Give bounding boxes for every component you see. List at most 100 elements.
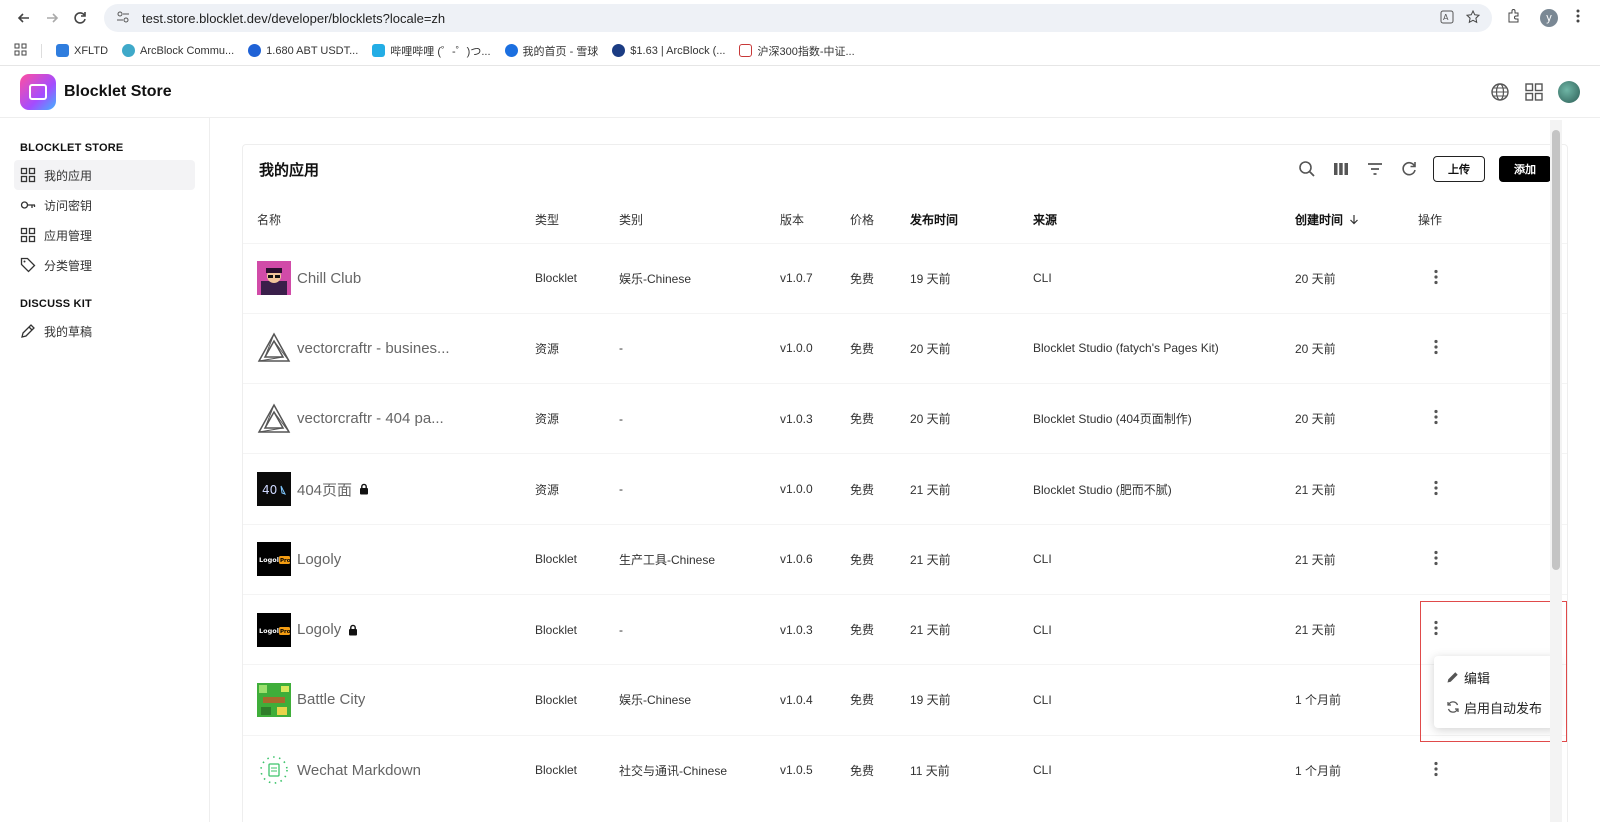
browser-profile-avatar[interactable]: y: [1540, 9, 1558, 27]
table-row[interactable]: Logoly Pro Logoly Blocklet - v1.0.3 免费 21 天前 CLI…: [243, 593, 1567, 665]
menu-item-enable-auto-publish[interactable]: 启用自动发布: [1434, 692, 1558, 722]
app-name-link[interactable]: Wechat Markdown: [297, 762, 421, 779]
more-actions-icon[interactable]: [1426, 267, 1446, 287]
cell-name[interactable]: Logoly Pro Logoly: [243, 593, 521, 665]
search-icon[interactable]: [1297, 159, 1317, 179]
cell-name[interactable]: Chill Club: [243, 242, 521, 314]
table-row[interactable]: Logoly Pro Logoly Blocklet 生产工具-Chinese v1.0.…: [243, 523, 1567, 595]
table-row[interactable]: Battle City Blocklet 娱乐-Chinese v1.0.4 免费 19 …: [243, 664, 1567, 736]
app-name-link[interactable]: Battle City: [297, 691, 365, 708]
bookmarks-separator: [41, 43, 42, 58]
column-header-category[interactable]: 类别: [605, 197, 766, 243]
cell-created: 20 天前: [1281, 312, 1404, 384]
translate-icon[interactable]: A: [1440, 10, 1454, 27]
bookmark-item[interactable]: 沪深300指数-中证...: [739, 43, 855, 59]
app-name-link[interactable]: vectorcraftr - busines...: [297, 340, 450, 357]
cell-name[interactable]: vectorcraftr - 404 pa...: [243, 383, 521, 454]
table-row[interactable]: vectorcraftr - busines... 资源 - v1.0.0 免费 20 天…: [243, 312, 1567, 384]
user-avatar[interactable]: [1558, 80, 1580, 103]
cell-created: 20 天前: [1281, 383, 1404, 454]
columns-icon[interactable]: [1331, 159, 1351, 179]
bookmark-item[interactable]: 哔哩哔哩 (゜-゜)つ...: [372, 43, 491, 59]
row-actions-menu: 编辑 启用自动发布: [1434, 656, 1558, 728]
reload-icon[interactable]: [66, 4, 94, 32]
more-actions-icon[interactable]: [1426, 478, 1446, 498]
site-settings-icon[interactable]: [116, 10, 130, 27]
sidebar-item-category-management[interactable]: 分类管理: [14, 250, 195, 280]
app-name-link[interactable]: Logoly: [297, 551, 341, 568]
upload-button[interactable]: 上传: [1433, 156, 1485, 182]
cell-actions: [1404, 383, 1567, 454]
cell-published: 20 天前: [896, 383, 1019, 454]
cell-name[interactable]: Logoly Pro Logoly: [243, 523, 521, 595]
add-button[interactable]: 添加: [1499, 156, 1551, 182]
cell-name[interactable]: vectorcraftr - busines...: [243, 312, 521, 384]
more-actions-icon[interactable]: [1426, 407, 1446, 427]
column-header-name[interactable]: 名称: [243, 197, 521, 243]
more-actions-icon[interactable]: [1426, 759, 1446, 779]
cell-type: 资源: [521, 383, 605, 454]
sidebar-item-access-keys[interactable]: 访问密钥: [14, 190, 195, 220]
table-row[interactable]: 40 404页面 资源 - v1.0.0 免费 21 天前 Blocklet Studio (…: [243, 453, 1567, 525]
sidebar-item-my-drafts[interactable]: 我的草稿: [14, 316, 195, 346]
table-row[interactable]: vectorcraftr - 404 pa... 资源 - v1.0.3 免费 20 天前…: [243, 383, 1567, 454]
bookmark-favicon: [248, 44, 262, 57]
cell-source: Blocklet Studio (404页面制作): [1019, 383, 1281, 454]
bookmark-star-icon[interactable]: [1465, 9, 1481, 27]
cell-price: 免费: [836, 242, 896, 314]
cell-name[interactable]: Battle City: [243, 664, 521, 736]
apps-grid-icon[interactable]: [14, 43, 27, 59]
extensions-icon[interactable]: [1506, 8, 1522, 29]
apps-grid-icon[interactable]: [1524, 82, 1544, 102]
back-icon[interactable]: [10, 4, 38, 32]
column-header-price[interactable]: 价格: [836, 197, 896, 243]
apps-table: 名称 类型 类别 版本 价格 发布时间 来源 创建时间 操作 Chill Clu…: [243, 197, 1567, 806]
forward-icon[interactable]: [38, 4, 66, 32]
app-name-link[interactable]: Chill Club: [297, 270, 361, 287]
bookmark-item[interactable]: $1.63 | ArcBlock (...: [612, 44, 725, 57]
scrollbar-thumb[interactable]: [1552, 130, 1560, 570]
page-scrollbar[interactable]: [1550, 120, 1562, 822]
sidebar-item-app-management[interactable]: 应用管理: [14, 220, 195, 250]
column-header-version[interactable]: 版本: [766, 197, 836, 243]
cell-actions: [1404, 453, 1567, 525]
grid-icon: [20, 167, 36, 183]
cell-source: Blocklet Studio (肥而不腻): [1019, 453, 1281, 525]
blocklet-store-logo[interactable]: [20, 73, 56, 110]
bookmark-item[interactable]: ArcBlock Commu...: [122, 44, 234, 57]
address-bar[interactable]: test.store.blocklet.dev/developer/blockl…: [104, 4, 1492, 32]
globe-icon[interactable]: [1490, 82, 1510, 102]
url-text[interactable]: test.store.blocklet.dev/developer/blockl…: [142, 11, 1428, 26]
sidebar-item-label: 分类管理: [44, 258, 93, 273]
filter-icon[interactable]: [1365, 159, 1385, 179]
app-thumbnail: [257, 682, 291, 717]
app-name-link[interactable]: 404页面: [297, 479, 352, 500]
cell-name[interactable]: 40 404页面: [243, 453, 521, 525]
column-header-source[interactable]: 来源: [1019, 197, 1281, 243]
cell-name[interactable]: Wechat Markdown: [243, 734, 521, 806]
bookmark-label: 1.680 ABT USDT...: [266, 44, 359, 57]
cell-category: 娱乐-Chinese: [605, 664, 766, 736]
browser-menu-icon[interactable]: [1576, 8, 1580, 29]
brand-name[interactable]: Blocklet Store: [64, 83, 172, 101]
bookmark-item[interactable]: 我的首页 - 雪球: [504, 43, 598, 59]
cell-source: CLI: [1019, 734, 1281, 806]
more-actions-icon[interactable]: [1426, 548, 1446, 568]
more-actions-icon[interactable]: [1426, 337, 1446, 357]
table-row[interactable]: Chill Club Blocklet 娱乐-Chinese v1.0.7 免费 19 天…: [243, 242, 1567, 314]
menu-item-edit[interactable]: 编辑: [1434, 662, 1558, 692]
refresh-icon[interactable]: [1399, 159, 1419, 179]
app-name-link[interactable]: Logoly: [297, 621, 341, 638]
column-header-type[interactable]: 类型: [521, 197, 605, 243]
thumb-text: 40: [262, 483, 277, 497]
bookmark-item[interactable]: 1.680 ABT USDT...: [248, 44, 358, 57]
cell-actions: [1404, 242, 1567, 314]
app-thumbnail: [257, 402, 291, 436]
column-header-published[interactable]: 发布时间: [896, 197, 1019, 243]
column-header-created[interactable]: 创建时间: [1281, 197, 1404, 243]
app-name-link[interactable]: vectorcraftr - 404 pa...: [297, 410, 444, 427]
sidebar-item-my-apps[interactable]: 我的应用: [14, 160, 195, 190]
bookmark-item[interactable]: XFLTD: [56, 44, 108, 57]
table-row[interactable]: Wechat Markdown Blocklet 社交与通讯-Chinese v1.0…: [243, 734, 1567, 806]
app-header: Blocklet Store: [0, 66, 1600, 118]
